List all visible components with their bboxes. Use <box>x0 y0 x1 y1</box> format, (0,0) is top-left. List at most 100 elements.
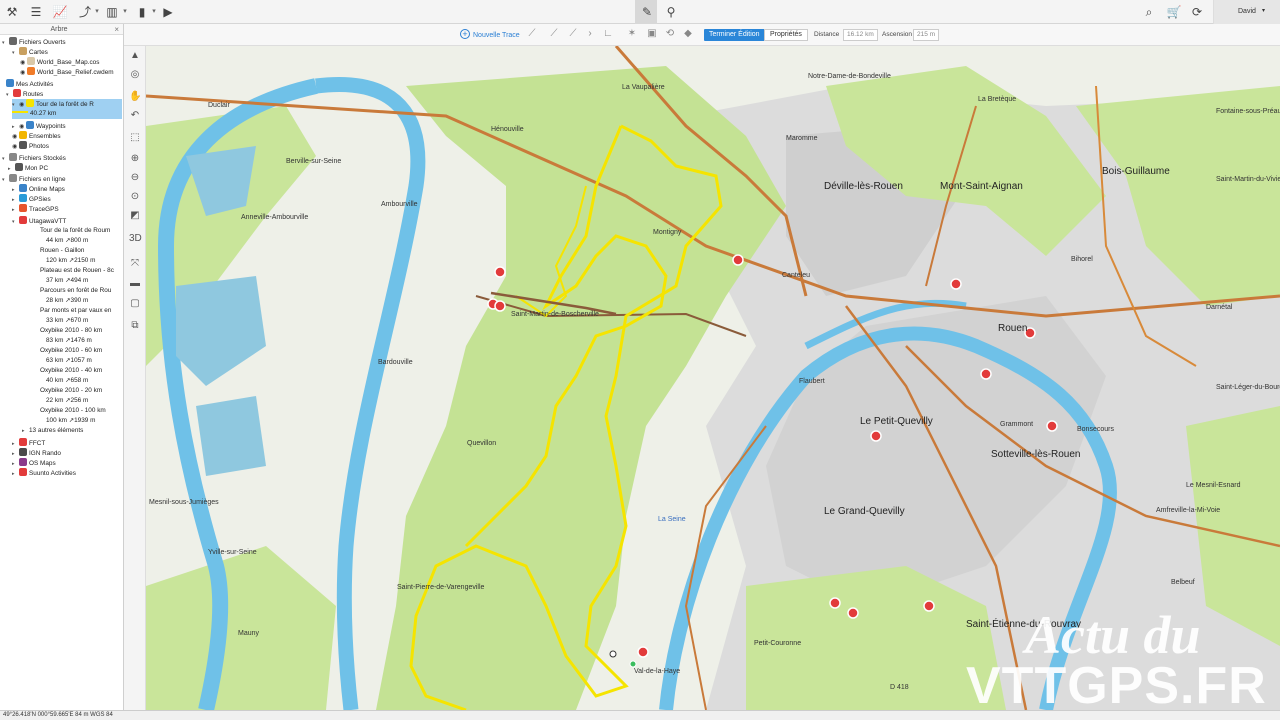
tree-item[interactable]: Plateau est de Rouen - 8c <box>40 266 122 276</box>
tree-item[interactable]: ◉ Photos <box>12 141 122 151</box>
tree-item[interactable]: ▸ Online Maps <box>12 184 122 194</box>
draw-route-icon[interactable]: ⟋ <box>548 28 560 40</box>
zoom-out-icon[interactable]: ⊖ <box>129 172 141 184</box>
select-icon[interactable]: ▣ <box>646 28 658 40</box>
tree-item[interactable]: 40.27 km <box>12 109 122 119</box>
tree-item[interactable]: Oxybike 2010 - 40 km <box>40 366 122 376</box>
tree-item[interactable]: ▸ Mon PC <box>8 163 122 173</box>
expander-icon[interactable]: ▸ <box>22 426 29 436</box>
tree-item[interactable]: ▾ Fichiers Ouverts <box>2 37 122 47</box>
tree-item[interactable]: Oxybike 2010 - 80 km <box>40 326 122 336</box>
tree-item[interactable]: ▸ Suunto Activities <box>12 468 122 478</box>
tree-item[interactable]: Mes Activités <box>6 79 122 89</box>
expander-icon[interactable]: ▾ <box>12 48 19 58</box>
measure-icon[interactable]: ⤧ <box>129 258 141 270</box>
zoom-box-icon[interactable]: ⬚ <box>129 132 141 144</box>
tree-item[interactable]: ▾ Fichiers Stockés <box>2 153 122 163</box>
waypoint-settings-icon[interactable]: ⚲ <box>663 4 679 20</box>
select-rect-icon[interactable]: ▢ <box>129 298 141 310</box>
tree-item[interactable]: 44 km ↗800 m <box>46 236 122 246</box>
document-icon[interactable]: ☰ <box>28 4 44 20</box>
tree-item[interactable]: ▾ Cartes <box>12 47 122 57</box>
play-icon[interactable]: ▶ <box>160 4 176 20</box>
close-icon[interactable]: × <box>114 25 119 34</box>
fill-icon[interactable]: ◆ <box>682 28 694 40</box>
tree-view-icon[interactable]: ⚒ <box>4 4 20 20</box>
draw-line-icon[interactable]: ⟋ <box>526 28 538 40</box>
screenshot-icon[interactable]: ⧉ <box>129 320 141 332</box>
layer-icon[interactable]: ◩ <box>129 210 141 222</box>
tree-item[interactable]: ▾ Routes <box>6 89 122 99</box>
zoom-in-icon[interactable]: ⊕ <box>129 153 141 165</box>
tree-item[interactable]: 100 km ↗1939 m <box>46 416 122 426</box>
cart-icon[interactable]: 🛒 <box>1166 4 1182 20</box>
tree-item[interactable]: ◉ World_Base_Relief.cwdem <box>20 67 122 77</box>
route-dropdown-icon[interactable]: ▾ <box>93 4 101 20</box>
tree-item[interactable]: ◉ World_Base_Map.cos <box>20 57 122 67</box>
gps-device-icon[interactable]: ▮ <box>134 4 150 20</box>
angle-icon[interactable]: ∟ <box>602 28 614 40</box>
sync-icon[interactable]: ⟳ <box>1189 4 1205 20</box>
new-trace-button[interactable]: + Nouvelle Trace <box>460 29 520 39</box>
tree-item[interactable]: ▸ FFCT <box>12 438 122 448</box>
tree-item[interactable]: 37 km ↗494 m <box>46 276 122 286</box>
finish-edit-button[interactable]: Terminer Édition <box>704 29 765 41</box>
tree-item[interactable]: ▾ ◉ Tour de la forêt de R <box>12 99 122 109</box>
expander-icon[interactable]: ▾ <box>2 38 9 48</box>
tree-item[interactable]: ▸ ◉ Waypoints <box>12 121 122 131</box>
tree-item[interactable]: Oxybike 2010 - 20 km <box>40 386 122 396</box>
arrow-icon[interactable]: › <box>584 28 596 40</box>
expander-icon[interactable]: ▾ <box>2 175 9 185</box>
tree-item[interactable]: ▸ GPSies <box>12 194 122 204</box>
tree-item[interactable]: ▾ UtagawaVTT <box>12 216 122 226</box>
route-icon[interactable]: ⤴ <box>77 4 93 20</box>
search-icon[interactable]: ⌕ <box>1141 4 1157 20</box>
device-dropdown-icon[interactable]: ▾ <box>150 4 158 20</box>
tree-item[interactable]: Tour de la forêt de Roum <box>40 226 122 236</box>
gps-center-icon[interactable]: ◎ <box>129 69 141 81</box>
map-dropdown-icon[interactable]: ▾ <box>121 4 129 20</box>
tree-item[interactable]: Parcours en forêt de Rou <box>40 286 122 296</box>
visibility-icon[interactable]: ◉ <box>12 142 19 152</box>
zoom-fit-icon[interactable]: ⊙ <box>129 191 141 203</box>
tree-item[interactable]: Rouen - Gaillon <box>40 246 122 256</box>
chart-icon[interactable]: 📈 <box>52 4 68 20</box>
user-caret-icon[interactable]: ▾ <box>1262 7 1265 14</box>
expander-icon[interactable]: ▸ <box>8 164 15 174</box>
tree-item[interactable]: 83 km ↗1476 m <box>46 336 122 346</box>
tree-item[interactable]: 33 km ↗670 m <box>46 316 122 326</box>
user-name[interactable]: David <box>1238 8 1256 15</box>
tree-item[interactable]: 120 km ↗2150 m <box>46 256 122 266</box>
item-icon <box>26 121 34 129</box>
expander-icon[interactable]: ▾ <box>12 217 19 227</box>
tree-item[interactable]: Oxybike 2010 - 60 km <box>40 346 122 356</box>
3d-icon[interactable]: 3D <box>129 233 142 245</box>
tree-item[interactable]: 63 km ↗1057 m <box>46 356 122 366</box>
pan-hand-icon[interactable]: ✋ <box>129 91 141 103</box>
tree-item[interactable]: ▸ 13 autres éléments <box>22 426 122 436</box>
reverse-icon[interactable]: ⟲ <box>664 28 676 40</box>
visibility-icon[interactable]: ◉ <box>20 68 27 78</box>
tree-item[interactable]: 22 km ↗256 m <box>46 396 122 406</box>
place-label: Saint-Martin-de-Boscherville <box>511 311 599 318</box>
tree-item[interactable]: ▸ IGN Rando <box>12 448 122 458</box>
draw-follow-icon[interactable]: ⟋ <box>567 28 579 40</box>
rotate-icon[interactable]: ↶ <box>129 110 141 122</box>
tree-item[interactable]: ▸ TraceGPS <box>12 204 122 214</box>
ruler-icon[interactable]: ▬ <box>129 278 141 290</box>
split-icon[interactable]: ✶ <box>626 28 638 40</box>
place-label: Notre-Dame-de-Bondeville <box>808 73 891 80</box>
expander-icon[interactable]: ▸ <box>12 205 19 215</box>
properties-button[interactable]: Propriétés <box>764 29 808 41</box>
expander-icon[interactable]: ▸ <box>12 469 19 479</box>
tree-item[interactable]: ◉ Ensembles <box>12 131 122 141</box>
tree-item[interactable]: ▸ OS Maps <box>12 458 122 468</box>
map-view-icon[interactable]: ▥ <box>104 4 120 20</box>
edit-track-icon[interactable]: ✎ <box>639 4 655 20</box>
tree-item[interactable]: 28 km ↗390 m <box>46 296 122 306</box>
tree-item[interactable]: 40 km ↗658 m <box>46 376 122 386</box>
tree-item[interactable]: Oxybike 2010 - 100 km <box>40 406 122 416</box>
compass-icon[interactable]: ▲ <box>129 50 141 62</box>
tree-item[interactable]: Par monts et par vaux en <box>40 306 122 316</box>
tree-item[interactable]: ▾ Fichiers en ligne <box>2 174 122 184</box>
